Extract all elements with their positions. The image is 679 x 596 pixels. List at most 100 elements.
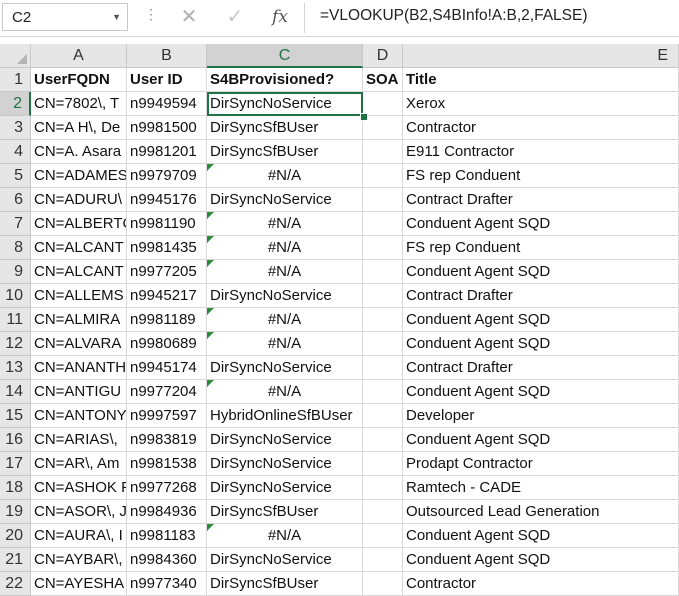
cell-a4[interactable]: CN=A. Asara (31, 140, 127, 164)
cell-e22[interactable]: Contractor (403, 572, 679, 596)
cell-a18[interactable]: CN=ASHOK F (31, 476, 127, 500)
cell-b8[interactable]: n9981435 (127, 236, 207, 260)
enter-icon[interactable]: ✓ (223, 5, 247, 29)
column-header-e[interactable]: E (403, 44, 679, 68)
cell-a11[interactable]: CN=ALMIRA (31, 308, 127, 332)
column-header-d[interactable]: D (363, 44, 403, 68)
cell-c2[interactable]: DirSyncNoService (207, 92, 363, 116)
cell-b22[interactable]: n9977340 (127, 572, 207, 596)
cell-e8[interactable]: FS rep Conduent (403, 236, 679, 260)
cell-d14[interactable] (363, 380, 403, 404)
cell-a12[interactable]: CN=ALVARA (31, 332, 127, 356)
cell-a9[interactable]: CN=ALCANT (31, 260, 127, 284)
cell-b18[interactable]: n9977268 (127, 476, 207, 500)
cell-a22[interactable]: CN=AYESHA (31, 572, 127, 596)
cell-e13[interactable]: Contract Drafter (403, 356, 679, 380)
cell-d9[interactable] (363, 260, 403, 284)
cell-b12[interactable]: n9980689 (127, 332, 207, 356)
cell-b15[interactable]: n9997597 (127, 404, 207, 428)
cell-c20[interactable]: #N/A (207, 524, 363, 548)
cell-c17[interactable]: DirSyncNoService (207, 452, 363, 476)
cell-a10[interactable]: CN=ALLEMS (31, 284, 127, 308)
cell-a2[interactable]: CN=7802\, T (31, 92, 127, 116)
cell-b4[interactable]: n9981201 (127, 140, 207, 164)
cell-e17[interactable]: Prodapt Contractor (403, 452, 679, 476)
cell-d6[interactable] (363, 188, 403, 212)
cell-d10[interactable] (363, 284, 403, 308)
row-header[interactable]: 3 (0, 116, 31, 140)
cell-c4[interactable]: DirSyncSfBUser (207, 140, 363, 164)
row-header[interactable]: 16 (0, 428, 31, 452)
cell-d20[interactable] (363, 524, 403, 548)
row-header[interactable]: 8 (0, 236, 31, 260)
cell-a1[interactable]: UserFQDN (31, 68, 127, 92)
cell-c11[interactable]: #N/A (207, 308, 363, 332)
cell-c1[interactable]: S4BProvisioned? (207, 68, 363, 92)
cell-e3[interactable]: Contractor (403, 116, 679, 140)
cell-a14[interactable]: CN=ANTIGU (31, 380, 127, 404)
cancel-icon[interactable]: ✕ (177, 5, 201, 29)
cell-d16[interactable] (363, 428, 403, 452)
row-header[interactable]: 20 (0, 524, 31, 548)
cell-a13[interactable]: CN=ANANTH (31, 356, 127, 380)
cell-e7[interactable]: Conduent Agent SQD (403, 212, 679, 236)
row-header[interactable]: 17 (0, 452, 31, 476)
cell-d13[interactable] (363, 356, 403, 380)
cell-b3[interactable]: n9981500 (127, 116, 207, 140)
cell-c12[interactable]: #N/A (207, 332, 363, 356)
column-header-c[interactable]: C (207, 44, 363, 68)
cell-d12[interactable] (363, 332, 403, 356)
cell-b19[interactable]: n9984936 (127, 500, 207, 524)
row-header[interactable]: 22 (0, 572, 31, 596)
chevron-down-icon[interactable]: ▼ (112, 12, 121, 22)
cell-d5[interactable] (363, 164, 403, 188)
cell-e16[interactable]: Conduent Agent SQD (403, 428, 679, 452)
cell-a21[interactable]: CN=AYBAR\, (31, 548, 127, 572)
cell-b1[interactable]: User ID (127, 68, 207, 92)
cell-d3[interactable] (363, 116, 403, 140)
row-header[interactable]: 1 (0, 68, 31, 92)
cell-e11[interactable]: Conduent Agent SQD (403, 308, 679, 332)
cell-e20[interactable]: Conduent Agent SQD (403, 524, 679, 548)
cell-c6[interactable]: DirSyncNoService (207, 188, 363, 212)
row-header[interactable]: 19 (0, 500, 31, 524)
cell-a3[interactable]: CN=A H\, De (31, 116, 127, 140)
cell-c19[interactable]: DirSyncSfBUser (207, 500, 363, 524)
row-header[interactable]: 21 (0, 548, 31, 572)
cell-a8[interactable]: CN=ALCANT (31, 236, 127, 260)
cell-e10[interactable]: Contract Drafter (403, 284, 679, 308)
cell-e5[interactable]: FS rep Conduent (403, 164, 679, 188)
cell-e4[interactable]: E911 Contractor (403, 140, 679, 164)
cell-c7[interactable]: #N/A (207, 212, 363, 236)
cell-c9[interactable]: #N/A (207, 260, 363, 284)
formula-input[interactable]: =VLOOKUP(B2,S4BInfo!A:B,2,FALSE) (320, 7, 588, 25)
cell-a15[interactable]: CN=ANTONY (31, 404, 127, 428)
row-header[interactable]: 11 (0, 308, 31, 332)
cell-d15[interactable] (363, 404, 403, 428)
cell-e15[interactable]: Developer (403, 404, 679, 428)
row-header[interactable]: 13 (0, 356, 31, 380)
cell-d17[interactable] (363, 452, 403, 476)
cell-b7[interactable]: n9981190 (127, 212, 207, 236)
cell-e14[interactable]: Conduent Agent SQD (403, 380, 679, 404)
cell-d21[interactable] (363, 548, 403, 572)
row-header[interactable]: 9 (0, 260, 31, 284)
cell-d11[interactable] (363, 308, 403, 332)
cell-b17[interactable]: n9981538 (127, 452, 207, 476)
cell-d8[interactable] (363, 236, 403, 260)
cell-c15[interactable]: HybridOnlineSfBUser (207, 404, 363, 428)
row-header[interactable]: 5 (0, 164, 31, 188)
cell-d2[interactable] (363, 92, 403, 116)
cell-b9[interactable]: n9977205 (127, 260, 207, 284)
cell-a7[interactable]: CN=ALBERTC (31, 212, 127, 236)
cell-c22[interactable]: DirSyncSfBUser (207, 572, 363, 596)
row-header[interactable]: 6 (0, 188, 31, 212)
row-header[interactable]: 7 (0, 212, 31, 236)
cell-c5[interactable]: #N/A (207, 164, 363, 188)
cell-b2[interactable]: n9949594 (127, 92, 207, 116)
cell-c14[interactable]: #N/A (207, 380, 363, 404)
cell-c8[interactable]: #N/A (207, 236, 363, 260)
cell-e18[interactable]: Ramtech - CADE (403, 476, 679, 500)
row-header[interactable]: 10 (0, 284, 31, 308)
row-header[interactable]: 12 (0, 332, 31, 356)
